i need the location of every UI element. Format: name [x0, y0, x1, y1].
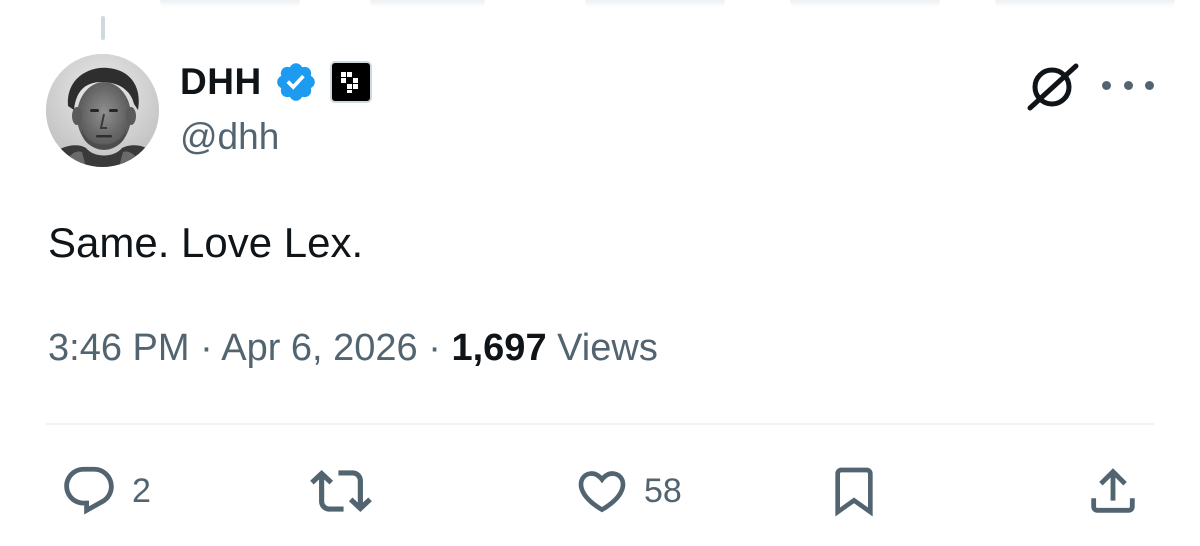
previous-tweet-edge: [585, 0, 725, 8]
tweet-meta: 3:46 PM · Apr 6, 2026 · 1,697 Views: [48, 327, 658, 370]
views-label: Views: [557, 327, 658, 369]
meta-separator: ·: [200, 327, 213, 369]
like-button[interactable]: 58: [574, 462, 682, 520]
like-count: 58: [644, 471, 682, 510]
author-name-row: DHH: [180, 58, 372, 106]
share-icon: [1091, 468, 1135, 513]
repost-button[interactable]: [310, 462, 386, 520]
bookmark-icon: [835, 467, 873, 517]
previous-tweet-edge: [370, 0, 485, 8]
tweet-date[interactable]: Apr 6, 2026: [221, 327, 417, 369]
author-display-name[interactable]: DHH: [180, 61, 262, 103]
heart-icon: [578, 471, 626, 513]
previous-tweet-edge: [995, 0, 1175, 8]
meta-separator: ·: [428, 327, 441, 369]
previous-tweet-edge: [160, 0, 300, 8]
affiliate-badge-icon[interactable]: [329, 61, 372, 103]
bookmark-button[interactable]: [826, 462, 882, 520]
verified-badge-icon[interactable]: [274, 60, 318, 104]
more-icon[interactable]: [1102, 70, 1154, 100]
more-dot: [1145, 80, 1154, 90]
author-handle[interactable]: @dhh: [180, 116, 279, 158]
share-button[interactable]: [1084, 462, 1142, 520]
avatar[interactable]: [46, 54, 159, 167]
divider: [46, 423, 1154, 425]
reply-count: 2: [132, 471, 151, 510]
reply-button[interactable]: 2: [60, 462, 151, 520]
grok-icon[interactable]: [1024, 62, 1082, 112]
tweet-text: Same. Love Lex.: [48, 219, 364, 266]
tweet-time[interactable]: 3:46 PM: [48, 327, 190, 369]
previous-tweet-edge: [790, 0, 940, 8]
thread-connector-line: [101, 16, 105, 40]
more-dot: [1102, 80, 1111, 90]
more-dot: [1123, 80, 1133, 90]
views-count: 1,697: [451, 327, 547, 369]
reply-icon: [64, 466, 114, 515]
repost-icon: [310, 470, 372, 512]
